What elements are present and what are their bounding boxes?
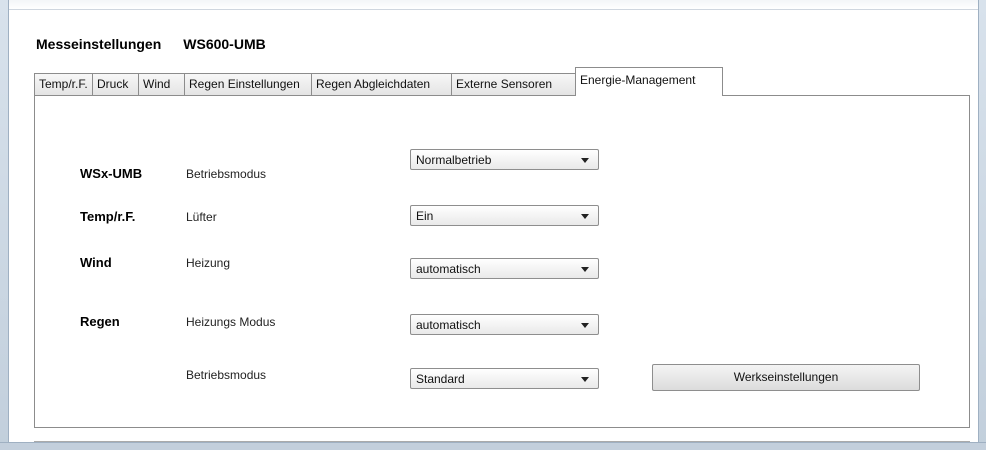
chevron-down-icon (581, 267, 589, 272)
category-wind: Wind (80, 255, 112, 270)
window-bottom-border (0, 442, 986, 450)
label-betriebsmodus: Betriebsmodus (186, 167, 267, 181)
category-regen: Regen (80, 314, 120, 329)
window-top-edge (9, 0, 978, 10)
chevron-down-icon (581, 158, 589, 163)
tab-druck[interactable]: Druck (92, 73, 139, 95)
chevron-down-icon (581, 214, 589, 219)
heizung-value: automatisch (416, 262, 481, 276)
page-title: Messeinstellungen WS600-UMB (36, 36, 288, 52)
betriebsmodus-regen-select[interactable]: Standard (410, 368, 599, 389)
luefter-select[interactable]: Ein (410, 205, 599, 226)
window-left-border (0, 0, 9, 450)
heizungs-modus-value: automatisch (416, 318, 481, 332)
tab-content-panel: WSx-UMB Betriebsmodus Normalbetrieb Temp… (34, 95, 970, 428)
window-right-border (978, 0, 986, 450)
label-heizungs-modus: Heizungs Modus (186, 315, 276, 329)
tab-regen-einstellungen[interactable]: Regen Einstellungen (184, 73, 312, 95)
category-temp-rf: Temp/r.F. (80, 209, 136, 224)
label-betriebsmodus-regen: Betriebsmodus (186, 368, 267, 382)
label-luefter: Lüfter (186, 210, 217, 224)
chevron-down-icon (581, 323, 589, 328)
heizung-select[interactable]: automatisch (410, 258, 599, 279)
title-label: Messeinstellungen (36, 36, 162, 52)
label-heizung: Heizung (186, 256, 231, 270)
tab-energie-management[interactable]: Energie-Management (575, 67, 723, 96)
werkseinstellungen-button[interactable]: Werkseinstellungen (652, 364, 920, 391)
category-wsx-umb: WSx-UMB (80, 166, 143, 181)
dialog-window: Messeinstellungen WS600-UMB Temp/r.F. Dru… (0, 0, 986, 450)
betriebsmodus-value: Normalbetrieb (416, 153, 492, 167)
tab-externe-sensoren[interactable]: Externe Sensoren (451, 73, 577, 95)
luefter-value: Ein (416, 209, 434, 223)
device-name: WS600-UMB (183, 36, 266, 52)
heizungs-modus-select[interactable]: automatisch (410, 314, 599, 335)
tab-wind[interactable]: Wind (138, 73, 185, 95)
betriebsmodus-regen-value: Standard (416, 372, 465, 386)
chevron-down-icon (581, 377, 589, 382)
betriebsmodus-select[interactable]: Normalbetrieb (410, 149, 599, 170)
tab-temp-rf[interactable]: Temp/r.F. (34, 73, 93, 95)
tab-regen-abgleichdaten[interactable]: Regen Abgleichdaten (311, 73, 452, 95)
